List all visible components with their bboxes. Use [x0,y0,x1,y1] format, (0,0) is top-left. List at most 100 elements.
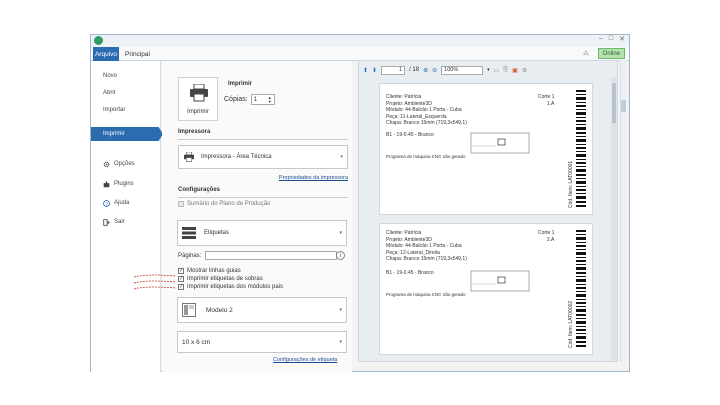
preview-panel: ⬆ ⬇ 1 / 18 ⊕ ⊖ 100% ▾ ▭ ⎘ ▣ ⚙ Cliente: P… [358,60,618,362]
stepper-arrows-icon[interactable]: ▲ ▼ [268,95,272,104]
sumario-label: Sumário do Plano de Produção [187,201,271,207]
label-line: Módulo: 44-Balcão 1 Porta - Cuba [386,107,462,113]
label-footer: Programa de máquina CNC não gerado [386,154,466,159]
model-icon [182,303,196,317]
copies-stepper[interactable]: 1 ▲ ▼ [250,94,275,105]
tab-principal[interactable]: Principal [125,47,150,61]
zoom-out-icon[interactable]: ⊖ [432,67,437,74]
title-bar: – □ ✕ [91,35,629,47]
corte-block: Corte 1 1.A [538,94,554,107]
printer-small-icon [184,152,194,162]
scrollbar-thumb[interactable] [621,100,626,112]
chevron-down-icon: ▾ [339,307,342,313]
sumario-checkbox[interactable] [178,201,184,207]
guides-checkbox[interactable]: ✓ [178,268,184,274]
sumario-checkbox-row[interactable]: Sumário do Plano de Produção [178,201,270,207]
barcode-text: Cód. Item: LAT00001 [568,161,574,208]
page-total: / 18 [409,67,420,73]
barcode: Cód. Item: LAT00002 [568,230,586,348]
svg-text:?: ? [105,201,108,206]
code-line: B1 - 19-0.45 - Branco [386,132,434,138]
settings-preview-icon[interactable]: ⚙ [522,67,527,74]
sidebar-item-plugins[interactable]: Plugins [91,177,161,191]
corte-line: 2.A [546,236,555,243]
printer-select[interactable]: Impressora - Área Técnica ▾ [178,145,348,169]
fit-page-icon[interactable]: ▭ [494,67,500,74]
sidebar-item-label: Plugins [114,181,134,187]
pdf-icon[interactable]: ▣ [512,67,518,74]
label-list-icon [182,227,196,239]
print-button[interactable]: Imprimir [178,77,218,121]
print-type-select[interactable]: Etiquetas ▾ [177,220,347,246]
copies-control: Cópias: 1 ▲ ▼ [224,94,275,105]
printer-select-value: Impressora - Área Técnica [201,154,272,160]
label-line: Chapa: Branco 15mm (719,3x549,1) [386,120,467,126]
print-type-value: Etiquetas [204,230,230,236]
annotation-arrows-icon [133,274,177,290]
divider [178,197,348,198]
help-icon: ? [103,199,110,207]
close-button[interactable]: ✕ [619,35,625,43]
label-footer: Programa de máquina CNC não gerado [386,292,466,297]
sidebar-item-imprimir[interactable]: Imprimir [91,127,163,141]
puzzle-icon [103,180,110,188]
corte-block: Corte 1 2.A [538,230,554,243]
online-status-button[interactable]: Online [597,48,625,59]
sidebar-item-label: Opções [114,161,135,167]
arrow-down-icon[interactable]: ⬇ [372,67,377,74]
printer-section-title: Impressora [178,129,211,135]
tab-arquivo[interactable]: Arquivo [93,47,119,61]
info-icon[interactable]: i [336,251,345,260]
preview-scrollbar[interactable] [611,77,617,361]
label-line: Módulo: 44-Balcão 1 Porta - Cuba [386,243,462,249]
chevron-down-icon[interactable]: ▾ [487,67,490,73]
exit-icon [103,218,110,226]
copies-value: 1 [253,96,258,103]
code-line: B1 - 19-0.45 - Branco [386,270,434,276]
print-button-label: Imprimir [187,109,209,115]
model-select[interactable]: Modelo 2 ▾ [177,297,347,323]
zoom-in-icon[interactable]: ⊕ [423,67,428,74]
modulos-label: Imprimir etiquetas dos módulos pais [187,284,284,290]
chevron-down-icon: ▾ [339,230,342,236]
minimize-button[interactable]: – [599,35,603,43]
size-select[interactable]: 10 x 6 cm ▾ [177,331,347,353]
sidebar-item-opcoes[interactable]: Opções [91,157,161,171]
window-scrollbar[interactable] [620,60,626,362]
sidebar-item-novo[interactable]: Novo [91,69,161,83]
model-value: Modelo 2 [206,306,233,314]
backstage-sidebar: Novo Abrir Importar Imprimir Opções Plug… [91,61,163,372]
corte-line: Corte 1 [538,94,555,100]
print-heading: Imprimir [228,81,253,87]
sobras-checkbox[interactable]: ✓ [178,276,184,282]
scrollbar-thumb[interactable] [612,83,616,123]
checkbox-row-modulos[interactable]: ✓ Imprimir etiquetas dos módulos pais [178,284,283,290]
export-icon[interactable]: ⎘ [503,67,508,74]
pages-field-row: Páginas: [178,251,338,260]
page-number-input[interactable]: 1 [381,65,406,75]
pages-label: Páginas: [178,252,202,259]
divider [178,139,348,140]
piece-diagram [470,132,530,154]
sidebar-item-ajuda[interactable]: ? Ajuda [91,196,161,210]
checkbox-row-sobras[interactable]: ✓ Imprimir etiquetas de sobras [178,276,263,282]
corte-line: 1.A [546,100,555,107]
pages-input[interactable] [205,251,338,260]
label-config-link[interactable]: Configurações de etiqueta [273,357,337,363]
chevron-down-icon: ▾ [340,154,343,160]
size-value: 10 x 6 cm [182,338,211,346]
sidebar-item-label: Ajuda [114,200,130,206]
checkbox-row-guides[interactable]: ✓ Mostrar linhas guias [178,268,241,274]
printer-icon [190,84,208,102]
label-info-block: Cliente: Patrícia Projeto: Ambiente3D Mó… [386,230,467,263]
printer-properties-link[interactable]: Propriedades da impressora [279,175,348,181]
sidebar-item-sair[interactable]: Sair [91,215,161,229]
arrow-up-icon[interactable]: ⬆ [363,67,368,74]
piece-diagram [470,270,530,292]
sidebar-item-abrir[interactable]: Abrir [91,86,161,100]
maximize-button[interactable]: □ [609,35,613,43]
sidebar-item-importar[interactable]: Importar [91,103,161,117]
modulos-checkbox[interactable]: ✓ [178,284,184,290]
zoom-select[interactable]: 100% [441,65,484,75]
label-line: Chapa: Branco 15mm (719,3x549,1) [386,256,467,262]
